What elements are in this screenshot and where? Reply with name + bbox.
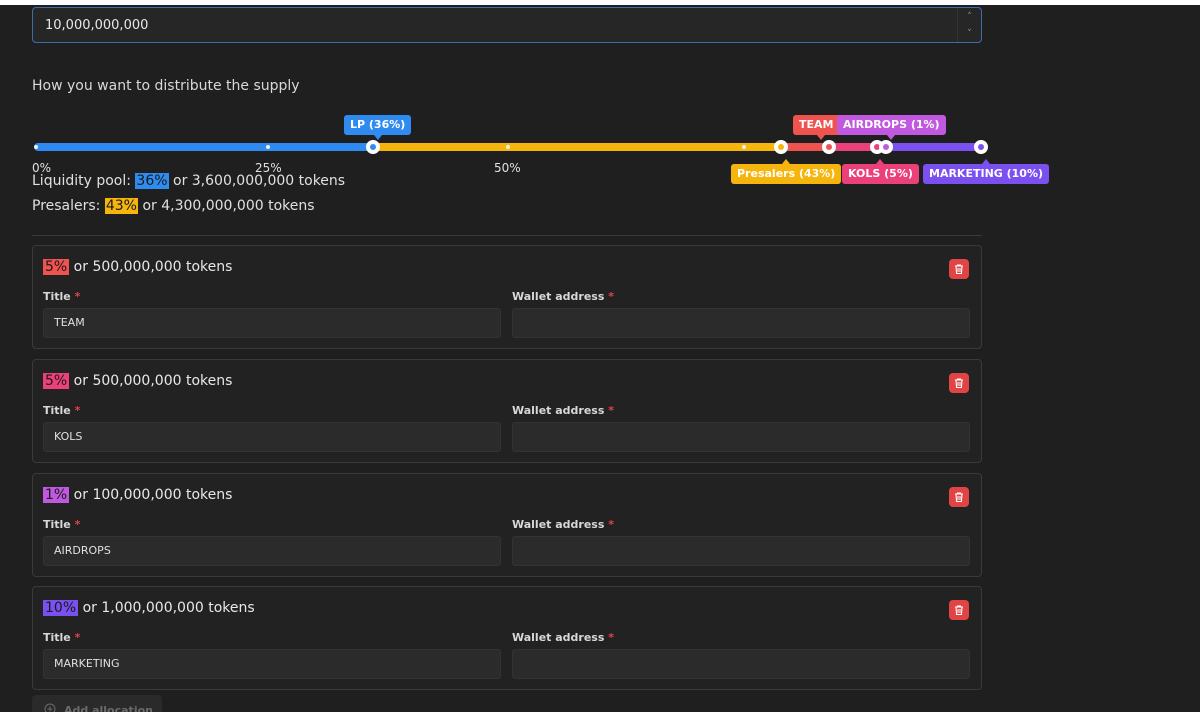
- allocation-card: 5% or 500,000,000 tokens Title * KOLS Walle…: [32, 359, 982, 463]
- slider-handle-airdrops[interactable]: [879, 140, 893, 154]
- trash-icon: [955, 492, 963, 503]
- wallet-address-label: Wallet address *: [512, 404, 615, 417]
- wallet-address-input[interactable]: [512, 422, 970, 452]
- allocation-header: 10% or 1,000,000,000 tokens: [43, 600, 255, 616]
- slider-tick-dot: [34, 145, 38, 149]
- pill-presalers: Presalers (43%): [731, 159, 842, 184]
- tick-label-50: 50%: [494, 161, 521, 175]
- allocation-tokens: or 1,000,000,000 tokens: [82, 600, 255, 616]
- allocation-tokens: or 500,000,000 tokens: [73, 373, 233, 389]
- presalers-label: Presalers:: [32, 198, 101, 214]
- allocation-header: 5% or 500,000,000 tokens: [43, 373, 232, 389]
- delete-allocation-button[interactable]: [949, 600, 969, 620]
- slider-segment-lp: [34, 143, 374, 151]
- slider-tick-dot: [506, 145, 510, 149]
- title-input[interactable]: AIRDROPS: [43, 536, 501, 566]
- trash-icon: [955, 264, 963, 275]
- wallet-address-label: Wallet address *: [512, 518, 615, 531]
- wallet-address-input[interactable]: [512, 649, 970, 679]
- title-label: Title *: [43, 290, 81, 303]
- supply-stepper[interactable]: ˄ ˅: [957, 8, 981, 42]
- add-allocation-label: Add allocation: [64, 703, 153, 713]
- allocation-percent: 5%: [43, 373, 70, 389]
- presalers-percent: 43%: [104, 198, 138, 214]
- title-input[interactable]: KOLS: [43, 422, 501, 452]
- pill-marketing: MARKETING (10%): [923, 159, 1050, 184]
- chevron-up-icon[interactable]: ˄: [958, 8, 981, 25]
- add-allocation-button[interactable]: Add allocation: [32, 695, 162, 712]
- presalers-tokens: or 4,300,000,000 tokens: [142, 198, 315, 214]
- title-label: Title *: [43, 404, 81, 417]
- title-label: Title *: [43, 518, 81, 531]
- trash-icon: [955, 605, 963, 616]
- liquidity-tokens: or 3,600,000,000 tokens: [173, 173, 346, 189]
- slider-handle-lp[interactable]: [366, 140, 380, 154]
- pill-kols: KOLS (5%): [842, 159, 919, 184]
- delete-allocation-button[interactable]: [949, 259, 969, 279]
- pill-airdrops: AIRDROPS (1%): [837, 115, 946, 140]
- app-root: ˄ ˅ How you want to distribute the suppl…: [0, 5, 1200, 712]
- slider-tick-dot: [266, 145, 270, 149]
- liquidity-label: Liquidity pool:: [32, 173, 131, 189]
- presalers-summary: Presalers: 43% or 4,300,000,000 tokens: [32, 198, 315, 214]
- title-label: Title *: [43, 631, 81, 644]
- total-supply-field[interactable]: ˄ ˅: [32, 7, 982, 43]
- distribution-label: How you want to distribute the supply: [32, 78, 300, 94]
- allocation-card: 10% or 1,000,000,000 tokens Title * MARKET…: [32, 586, 982, 690]
- divider: [32, 235, 982, 236]
- slider-handle-marketing[interactable]: [974, 140, 988, 154]
- allocation-header: 1% or 100,000,000 tokens: [43, 487, 232, 503]
- delete-allocation-button[interactable]: [949, 373, 969, 393]
- allocation-card: 5% or 500,000,000 tokens Title * TEAM Walle…: [32, 245, 982, 349]
- wallet-address-label: Wallet address *: [512, 631, 615, 644]
- trash-icon: [955, 378, 963, 389]
- title-input[interactable]: TEAM: [43, 308, 501, 338]
- slider-segment-presalers: [372, 143, 782, 151]
- wallet-address-input[interactable]: [512, 308, 970, 338]
- allocation-percent: 1%: [43, 487, 70, 503]
- allocation-tokens: or 500,000,000 tokens: [73, 259, 233, 275]
- chevron-down-icon[interactable]: ˅: [958, 25, 981, 42]
- delete-allocation-button[interactable]: [949, 487, 969, 507]
- slider-handle-team[interactable]: [822, 140, 836, 154]
- title-input[interactable]: MARKETING: [43, 649, 501, 679]
- allocation-header: 5% or 500,000,000 tokens: [43, 259, 232, 275]
- allocation-card: 1% or 100,000,000 tokens Title * AIRDROPS W…: [32, 473, 982, 577]
- slider-handle-presalers[interactable]: [774, 140, 788, 154]
- allocation-percent: 5%: [43, 259, 70, 275]
- allocation-percent: 10%: [43, 600, 79, 616]
- wallet-address-input[interactable]: [512, 536, 970, 566]
- slider-segment-marketing: [886, 143, 981, 151]
- liquidity-summary: Liquidity pool: 36% or 3,600,000,000 tok…: [32, 173, 345, 189]
- plus-circle-icon: [44, 703, 56, 712]
- slider-tick-dot: [742, 145, 746, 149]
- liquidity-percent: 36%: [135, 173, 169, 189]
- wallet-address-label: Wallet address *: [512, 290, 615, 303]
- allocation-tokens: or 100,000,000 tokens: [73, 487, 233, 503]
- pill-lp: LP (36%): [344, 115, 412, 140]
- total-supply-input[interactable]: [33, 8, 981, 42]
